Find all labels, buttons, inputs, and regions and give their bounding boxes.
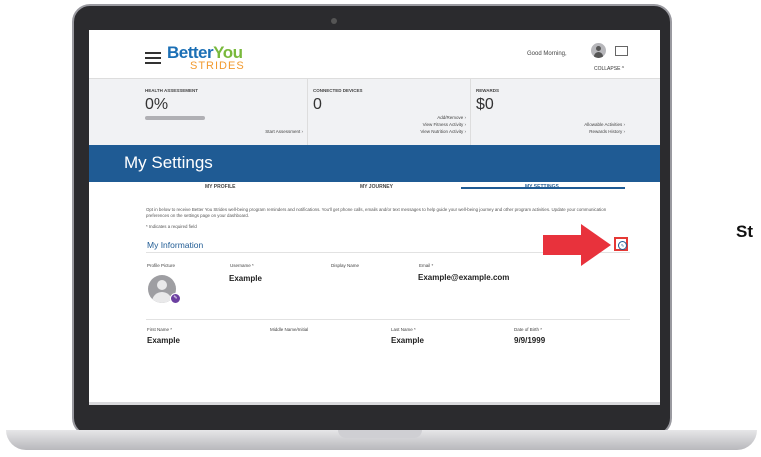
edit-info-button[interactable]: ✎ xyxy=(614,237,628,251)
user-avatar-icon[interactable] xyxy=(591,43,606,58)
last-name-value: Example xyxy=(391,336,424,345)
rewards-value: $0 xyxy=(476,96,494,113)
dob-label: Date of Birth * xyxy=(514,327,543,332)
email-value: Example@example.com xyxy=(418,273,510,282)
username-label: Username * xyxy=(230,263,254,268)
laptop-notch xyxy=(338,430,422,438)
intro-text: Opt in below to receive Better You Strid… xyxy=(146,207,607,218)
connected-devices-card: CONNECTED DEVICES 0 Add/Remove › View Fi… xyxy=(308,79,471,146)
arrow-head-icon xyxy=(581,224,611,266)
top-header: BetterYou STRIDES Good Morning, COLLAPSE… xyxy=(89,30,660,77)
rewards-title: REWARDS xyxy=(476,88,500,93)
page-title: My Settings xyxy=(124,153,213,172)
mail-icon[interactable] xyxy=(615,46,628,56)
add-remove-link[interactable]: Add/Remove › xyxy=(437,115,466,120)
side-caption: St xyxy=(736,222,753,241)
active-tab-indicator xyxy=(461,187,625,189)
rewards-card: REWARDS $0 Allowable Activities › Reward… xyxy=(471,79,629,146)
field-divider xyxy=(146,319,630,320)
screen-bottom-edge xyxy=(89,402,660,405)
pencil-icon: ✎ xyxy=(618,241,627,250)
rewards-history-link[interactable]: Rewards History › xyxy=(589,129,625,134)
tab-my-profile[interactable]: MY PROFILE xyxy=(205,184,235,190)
health-progress-bar xyxy=(145,116,205,120)
last-name-label: Last Name * xyxy=(391,327,416,332)
required-note: * Indicates a required field xyxy=(146,224,197,229)
app-screen: BetterYou STRIDES Good Morning, COLLAPSE… xyxy=(89,30,660,405)
stats-strip: HEALTH ASSESSEMENT 0% Start Assessment ›… xyxy=(89,78,660,147)
page-header-band: My Settings xyxy=(89,145,660,182)
devices-title: CONNECTED DEVICES xyxy=(313,88,363,93)
first-name-label: First Name * xyxy=(147,327,173,332)
dob-value: 9/9/1999 xyxy=(514,336,546,345)
health-assessment-card: HEALTH ASSESSEMENT 0% Start Assessment › xyxy=(140,79,308,146)
edit-photo-icon[interactable]: ✎ xyxy=(170,293,181,304)
display-name-label: Display Name xyxy=(331,263,360,268)
email-label: Email * xyxy=(419,263,434,268)
menu-icon[interactable] xyxy=(145,52,161,67)
profile-picture-label: Profile Picture xyxy=(147,263,176,268)
view-fitness-link[interactable]: View Fitness Activity › xyxy=(423,122,466,127)
first-name-value: Example xyxy=(147,336,180,345)
arrow-icon xyxy=(543,235,581,255)
devices-value: 0 xyxy=(313,96,322,113)
collapse-button[interactable]: COLLAPSE ^ xyxy=(594,66,624,72)
allowable-activities-link[interactable]: Allowable Activities › xyxy=(584,122,625,127)
health-value: 0% xyxy=(145,96,169,113)
tab-my-journey[interactable]: MY JOURNEY xyxy=(360,184,393,190)
camera-dot xyxy=(331,18,337,24)
start-assessment-link[interactable]: Start Assessment › xyxy=(265,129,303,134)
section-title: My Information xyxy=(147,240,204,250)
greeting-text: Good Morning, xyxy=(527,51,567,57)
view-nutrition-link[interactable]: View Nutrition Activity › xyxy=(420,129,466,134)
logo-subtitle: STRIDES xyxy=(190,60,245,72)
health-title: HEALTH ASSESSEMENT xyxy=(145,88,199,93)
username-value: Example xyxy=(229,274,262,283)
middle-name-label: Middle Name/Initial xyxy=(270,327,309,332)
